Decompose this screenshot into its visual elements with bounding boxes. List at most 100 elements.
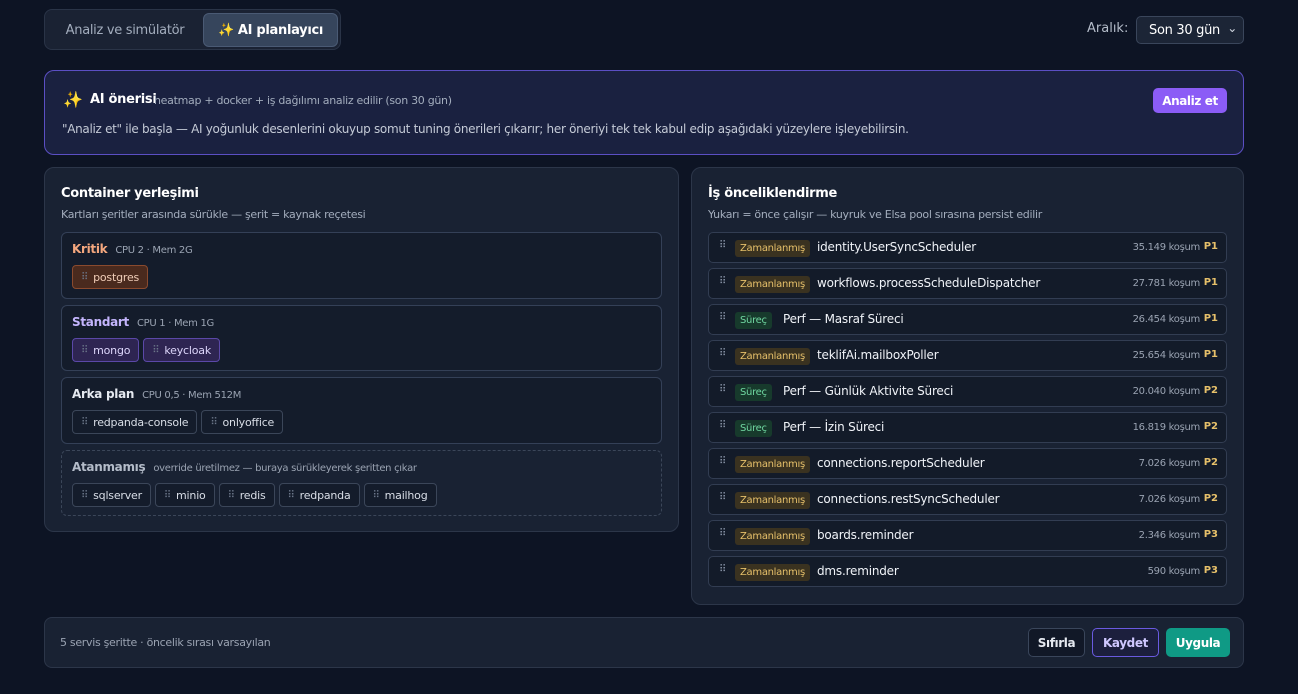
- container-chip[interactable]: ⠿ redpanda: [278, 483, 360, 507]
- job-row[interactable]: ⠿ Zamanlanmış connections.reportScheduler 7…: [708, 448, 1227, 479]
- drag-handle-icon: ⠿: [163, 489, 172, 501]
- container-chip[interactable]: ⠿ onlyoffice: [201, 410, 284, 434]
- job-run-count: 25.654 koşum: [1132, 350, 1201, 361]
- container-chip-label: redpanda-console: [93, 415, 189, 429]
- job-row[interactable]: ⠿ Zamanlanmış workflows.processScheduleDis…: [708, 268, 1227, 299]
- job-priority-badge: P3: [1203, 529, 1218, 540]
- sparkles-icon: ✨: [217, 22, 234, 38]
- job-name: workflows.processScheduleDispatcher: [817, 276, 1041, 290]
- container-chip-label: mongo: [93, 343, 131, 357]
- job-row[interactable]: ⠿ Süreç Perf — İzin Süreci 16.819 koşum P2: [708, 412, 1227, 443]
- job-run-count: 7.026 koşum: [1138, 458, 1201, 469]
- job-priority-panel: İş önceliklendirme Yukarı = önce çalışır…: [691, 167, 1244, 605]
- drag-handle-icon: ⠿: [81, 271, 89, 283]
- lane-name: Atanmamış: [72, 460, 146, 474]
- job-row[interactable]: ⠿ Zamanlanmış boards.reminder 2.346 koşum P3: [708, 520, 1227, 551]
- ai-subtitle: heatmap + docker + iş dağılımı analiz ed…: [154, 94, 452, 107]
- range-label: Aralık:: [1087, 21, 1129, 36]
- lane-name: Standart: [72, 315, 129, 329]
- ai-recommendation-panel: ✨ AI önerisi heatmap + docker + iş dağıl…: [44, 70, 1244, 155]
- container-chip[interactable]: ⠿ mailhog: [363, 483, 437, 507]
- job-row[interactable]: ⠿ Zamanlanmış dms.reminder 590 koşum P3: [708, 556, 1227, 587]
- job-panel-title: İş önceliklendirme: [708, 186, 838, 201]
- job-priority-badge: P1: [1203, 241, 1218, 252]
- analyze-button[interactable]: Analiz et: [1153, 88, 1227, 113]
- chevron-down-icon: ⌄: [1227, 21, 1237, 35]
- chip-list: ⠿ postgres: [72, 265, 149, 289]
- job-type-badge: Zamanlanmış: [735, 240, 810, 257]
- drag-handle-icon: ⠿: [719, 312, 727, 323]
- job-row[interactable]: ⠿ Zamanlanmış identity.UserSyncScheduler 35…: [708, 232, 1227, 263]
- job-run-count: 590 koşum: [1147, 566, 1201, 577]
- job-type-badge: Süreç: [735, 384, 772, 401]
- job-type-badge: Zamanlanmış: [735, 456, 810, 473]
- resource-lane: Standart CPU 1 · Mem 1G ⠿ mongo ⠿ keycloak: [61, 305, 662, 371]
- lane-spec: CPU 2 · Mem 2G: [115, 245, 193, 256]
- action-footer: 5 servis şeritte · öncelik sırası varsay…: [44, 617, 1244, 668]
- drag-handle-icon: ⠿: [81, 416, 89, 428]
- container-chip[interactable]: ⠿ redpanda-console: [72, 410, 198, 434]
- chip-list: ⠿ redpanda-console ⠿ onlyoffice: [72, 410, 284, 434]
- container-chip[interactable]: ⠿ minio: [154, 483, 215, 507]
- drag-handle-icon: ⠿: [287, 489, 295, 501]
- drag-handle-icon: ⠿: [152, 344, 160, 356]
- job-row[interactable]: ⠿ Zamanlanmış teklifAi.mailboxPoller 25.654…: [708, 340, 1227, 371]
- job-type-badge: Zamanlanmış: [735, 348, 810, 365]
- container-chip[interactable]: ⠿ sqlserver: [72, 483, 151, 507]
- drag-handle-icon: ⠿: [81, 344, 89, 356]
- chip-list: ⠿ mongo ⠿ keycloak: [72, 338, 220, 362]
- lane-header: Atanmamış override üretilmez — buraya sür…: [72, 460, 417, 474]
- job-row[interactable]: ⠿ Süreç Perf — Günlük Aktivite Süreci 20.04…: [708, 376, 1227, 407]
- drag-handle-icon: ⠿: [719, 420, 727, 431]
- job-priority-badge: P2: [1203, 493, 1218, 504]
- container-panel-title: Container yerleşimi: [61, 186, 199, 201]
- container-chip-label: redpanda: [299, 488, 351, 502]
- job-priority-badge: P2: [1203, 421, 1218, 432]
- range-select[interactable]: Son 30 gün ⌄: [1136, 16, 1244, 44]
- sparkles-icon: ✨: [63, 90, 83, 109]
- container-chip-label: minio: [176, 488, 206, 502]
- drag-handle-icon: ⠿: [81, 489, 89, 501]
- job-name: connections.reportScheduler: [817, 456, 985, 470]
- job-row[interactable]: ⠿ Süreç Perf — Masraf Süreci 26.454 koşum P1: [708, 304, 1227, 335]
- job-name: teklifAi.mailboxPoller: [817, 348, 939, 362]
- container-chip-label: redis: [239, 488, 266, 502]
- job-priority-badge: P1: [1203, 277, 1218, 288]
- job-run-count: 20.040 koşum: [1132, 386, 1201, 397]
- container-chip[interactable]: ⠿ keycloak: [143, 338, 220, 362]
- job-priority-badge: P1: [1203, 349, 1218, 360]
- job-name: Perf — Masraf Süreci: [783, 312, 904, 326]
- lane-name: Kritik: [72, 242, 108, 256]
- ai-description: "Analiz et" ile başla — AI yoğunluk dese…: [62, 122, 909, 136]
- drag-handle-icon: ⠿: [719, 528, 727, 539]
- lane-spec: override üretilmez — buraya sürükleyerek…: [153, 463, 417, 474]
- job-priority-badge: P3: [1203, 565, 1218, 576]
- job-priority-badge: P1: [1203, 313, 1218, 324]
- job-priority-badge: P2: [1203, 385, 1218, 396]
- drag-handle-icon: ⠿: [719, 564, 727, 575]
- container-chip[interactable]: ⠿ redis: [218, 483, 275, 507]
- job-type-badge: Süreç: [735, 420, 772, 437]
- apply-button[interactable]: Uygula: [1166, 628, 1230, 657]
- job-name: identity.UserSyncScheduler: [817, 240, 977, 254]
- resource-lane: Kritik CPU 2 · Mem 2G ⠿ postgres: [61, 232, 662, 299]
- reset-button[interactable]: Sıfırla: [1028, 628, 1085, 657]
- tab-analysis-simulator[interactable]: Analiz ve simülatör: [48, 13, 202, 47]
- container-placement-panel: Container yerleşimi Kartları şeritler ar…: [44, 167, 679, 532]
- drag-handle-icon: ⠿: [719, 276, 727, 287]
- job-name: connections.restSyncScheduler: [817, 492, 1000, 506]
- lane-spec: CPU 1 · Mem 1G: [136, 318, 214, 329]
- container-chip-label: keycloak: [164, 343, 211, 357]
- tab-ai-planner[interactable]: ✨ AI planlayıcı: [203, 13, 338, 47]
- chip-list: ⠿ sqlserver ⠿ minio ⠿ redis ⠿ redpanda ⠿ mailhog: [72, 483, 437, 507]
- drag-handle-icon: ⠿: [719, 348, 727, 359]
- container-chip[interactable]: ⠿ mongo: [72, 338, 140, 362]
- save-button[interactable]: Kaydet: [1092, 628, 1159, 657]
- tab-label: Analiz ve simülatör: [65, 22, 185, 38]
- job-run-count: 2.346 koşum: [1138, 530, 1201, 541]
- container-chip[interactable]: ⠿ postgres: [72, 265, 149, 289]
- job-type-badge: Süreç: [735, 312, 772, 329]
- job-type-badge: Zamanlanmış: [735, 564, 810, 581]
- job-row[interactable]: ⠿ Zamanlanmış connections.restSyncSchedule…: [708, 484, 1227, 515]
- job-priority-badge: P2: [1203, 457, 1218, 468]
